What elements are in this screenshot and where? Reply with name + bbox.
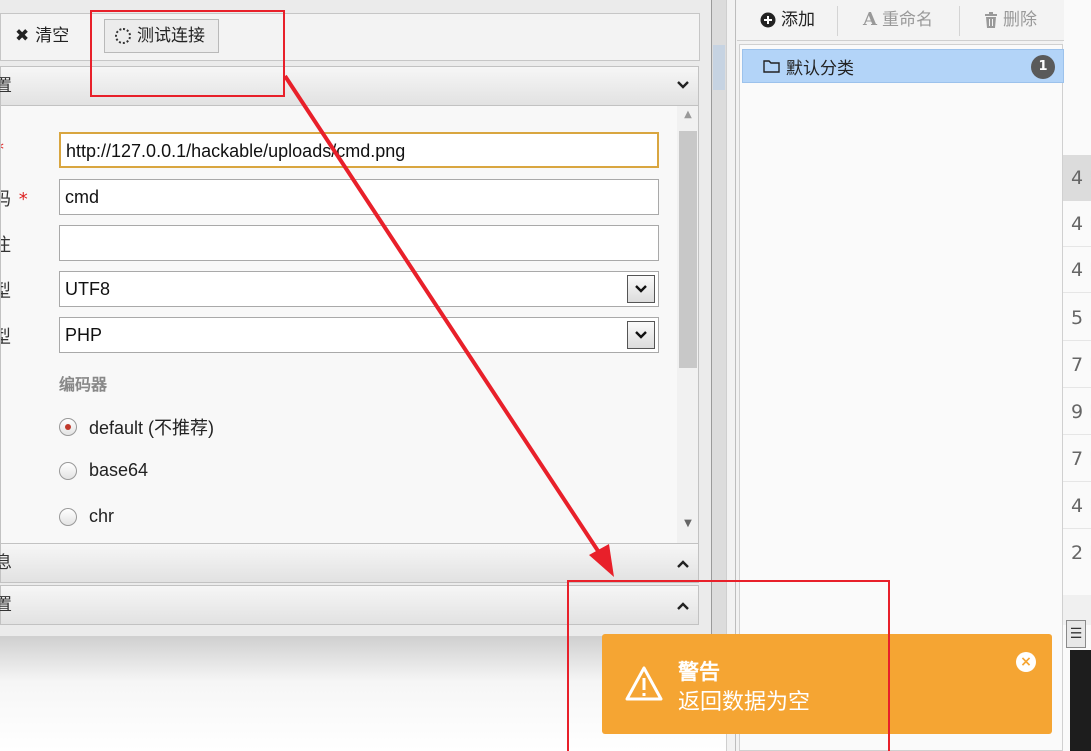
file-size-cell: 4 K <box>1063 483 1091 529</box>
scroll-up-icon[interactable]: ▲ <box>677 109 698 129</box>
trash-icon <box>985 12 997 28</box>
category-toolbar: 添加 A 重命名 删除 <box>737 0 1064 41</box>
type-select-value: PHP <box>65 325 103 345</box>
encoder-option-default[interactable]: default (不推荐) <box>59 414 214 440</box>
file-size-cell: 2 K <box>1071 542 1091 564</box>
plus-circle-icon <box>760 12 776 28</box>
url-input[interactable]: http://127.0.0.1/hackable/uploads/cmd.pn… <box>59 132 659 168</box>
add-category-label: 添加 <box>781 10 815 30</box>
encoder-option-base64[interactable]: base64 <box>59 460 148 481</box>
rename-category-label: 重命名 <box>881 10 933 30</box>
file-size-cell: 4 K <box>1063 155 1091 201</box>
encoder-option-label: base64 <box>89 460 149 480</box>
background-terminal <box>1070 650 1091 751</box>
type-label: 型 <box>1 323 11 349</box>
encoder-option-chr[interactable]: chr <box>59 506 114 527</box>
form-scrollbar[interactable]: ▲ ▼ <box>677 106 698 543</box>
url-label: * <box>1 139 4 160</box>
file-size-cell: 4 K <box>1063 247 1091 293</box>
section-other-title: 置 <box>0 595 12 615</box>
file-size-cell: 7 K <box>1063 436 1091 482</box>
scroll-down-icon[interactable]: ▼ <box>677 518 698 538</box>
scrollbar-thumb[interactable] <box>679 131 697 368</box>
background-scroll-thumb[interactable] <box>713 45 725 90</box>
add-category-button[interactable]: 添加 <box>760 7 815 33</box>
radio-button[interactable] <box>59 507 77 526</box>
menu-icon[interactable]: ☰ <box>1066 620 1086 648</box>
font-icon: A <box>863 9 877 30</box>
clear-label: 清空 <box>35 26 70 46</box>
delete-category-button[interactable]: 删除 <box>984 7 1037 33</box>
password-input[interactable]: cmd <box>59 179 659 215</box>
file-size-cell: 5 K <box>1063 295 1091 341</box>
annotation-box-toast <box>567 580 890 751</box>
encoding-select-value: UTF8 <box>65 279 110 299</box>
section-request-header[interactable]: 息 <box>0 543 699 583</box>
encoder-heading: 编码器 <box>59 375 108 394</box>
delete-category-label: 删除 <box>1003 10 1037 30</box>
category-item-default[interactable]: 默认分类 1 <box>742 49 1064 83</box>
encoder-option-label: default (不推荐) <box>89 418 215 438</box>
chevron-down-icon[interactable] <box>627 321 655 349</box>
close-icon: ✖ <box>15 26 30 46</box>
file-size-cell: 7 K <box>1063 342 1091 388</box>
remark-label: 注 <box>1 231 11 257</box>
category-item-label: 默认分类 <box>786 58 854 79</box>
radio-button[interactable] <box>59 461 77 480</box>
clear-button[interactable]: ✖ 清空 <box>15 19 69 53</box>
password-label: 码 * <box>1 189 28 210</box>
section-basic-title: 置 <box>0 76 12 96</box>
file-size-cell: 9 K <box>1063 389 1091 435</box>
encoder-option-label: chr <box>89 506 115 526</box>
close-icon[interactable]: × <box>1016 652 1036 672</box>
annotation-box-test-connection <box>90 10 285 97</box>
chevron-down-icon[interactable] <box>627 275 655 303</box>
encoding-select[interactable]: UTF8 <box>59 271 659 307</box>
type-select[interactable]: PHP <box>59 317 659 353</box>
category-count-badge: 1 <box>1031 55 1055 79</box>
folder-icon <box>763 60 780 73</box>
toolbar-separator <box>837 6 838 36</box>
section-request-title: 息 <box>0 553 12 573</box>
rename-category-button[interactable]: A 重命名 <box>863 7 933 33</box>
radio-button-checked[interactable] <box>59 418 77 436</box>
encoding-label: 型 <box>1 277 11 303</box>
file-size-cell: 4 K <box>1063 201 1091 247</box>
toolbar-separator <box>959 6 960 36</box>
remark-input[interactable] <box>59 225 659 261</box>
basic-settings-form: * http://127.0.0.1/hackable/uploads/cmd.… <box>0 106 699 543</box>
